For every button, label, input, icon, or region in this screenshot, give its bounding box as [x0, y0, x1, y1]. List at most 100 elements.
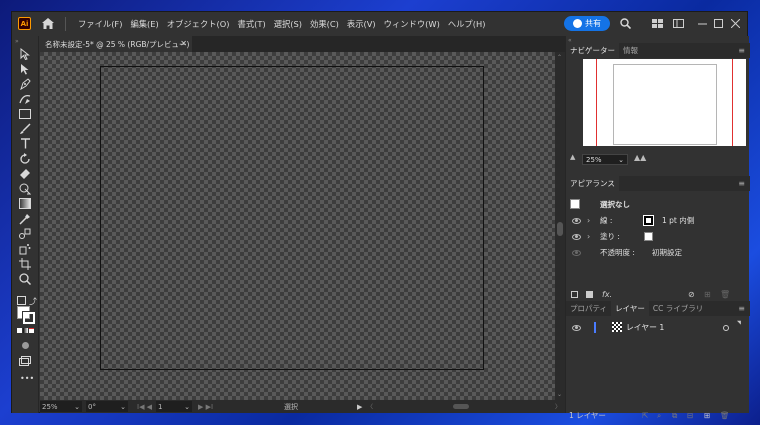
tab-appearance[interactable]: アピアランス [566, 176, 619, 191]
hscroll-thumb[interactable] [453, 404, 469, 409]
zoom-tool-icon[interactable] [18, 272, 32, 285]
artboard[interactable] [100, 66, 484, 370]
document-tab[interactable]: 名称未設定-5* @ 25 % (RGB/プレビュー) ✕ [40, 36, 192, 52]
menu-effect[interactable]: 効果(C) [306, 18, 343, 30]
rotate-tool-icon[interactable] [18, 152, 32, 165]
zoom-select[interactable]: 25% ⌄ [40, 401, 82, 412]
menu-window[interactable]: ウィンドウ(W) [380, 18, 444, 30]
direct-selection-tool-icon[interactable] [18, 62, 32, 75]
scroll-down-icon[interactable]: ⌄ [557, 391, 562, 398]
visibility-eye-icon[interactable] [572, 249, 581, 256]
eyedropper-tool-icon[interactable] [18, 212, 32, 225]
navigator-preview[interactable] [583, 59, 746, 146]
tab-cc-libraries[interactable]: CC ライブラリ [649, 301, 707, 316]
delete-layer-icon[interactable]: 🗑 [720, 411, 730, 420]
more-tools-icon[interactable]: ••• [20, 374, 34, 383]
duplicate-item-icon[interactable]: ⊞ [704, 290, 711, 299]
menu-select[interactable]: 選択(S) [270, 18, 306, 30]
share-button[interactable]: 共有 [564, 16, 610, 31]
close-tab-icon[interactable]: ✕ [180, 39, 187, 48]
fill-color-swatch[interactable] [644, 232, 653, 241]
stroke-color-swatch[interactable] [643, 215, 654, 226]
artboard-select[interactable]: 1 ⌄ [156, 401, 192, 412]
appearance-fill-row[interactable]: › 塗り : [566, 229, 750, 244]
maximize-icon[interactable] [712, 17, 725, 30]
artboard-first-icon[interactable]: I◀ ◀ [135, 401, 155, 412]
view-box[interactable] [613, 64, 717, 145]
shape-builder-tool-icon[interactable] [18, 182, 32, 195]
zoom-out-icon[interactable]: ▲ [570, 153, 575, 161]
curvature-tool-icon[interactable] [18, 92, 32, 105]
symbol-sprayer-tool-icon[interactable] [18, 242, 32, 255]
new-sublayer-icon[interactable]: ⊟ [687, 411, 693, 420]
paintbrush-tool-icon[interactable] [18, 122, 32, 135]
none-icon[interactable] [29, 328, 34, 333]
locate-object-icon[interactable]: ⌕ [657, 411, 661, 421]
clear-appearance-icon[interactable]: ⊘ [688, 290, 695, 299]
pen-tool-icon[interactable] [18, 77, 32, 90]
default-colors-icon[interactable] [17, 296, 26, 305]
search-icon[interactable] [619, 17, 632, 30]
canvas[interactable] [40, 52, 555, 400]
scroll-up-icon[interactable]: ⌃ [557, 54, 562, 61]
rectangle-tool-icon[interactable] [18, 107, 32, 120]
rotation-select[interactable]: 0° ⌄ [86, 401, 128, 412]
appearance-stroke-row[interactable]: › 線 : 1 pt 内側 [566, 213, 750, 228]
scroll-right-icon[interactable]: 〉 [555, 402, 561, 411]
gradient-icon[interactable] [23, 328, 28, 333]
export-icon[interactable]: ⇱ [642, 411, 648, 420]
menu-edit[interactable]: 編集(E) [126, 18, 162, 30]
vertical-scrollbar[interactable]: ⌃ ⌄ [555, 52, 565, 400]
tab-layers[interactable]: レイヤー [611, 301, 649, 316]
selection-tool-icon[interactable] [18, 47, 32, 60]
new-fill-icon[interactable] [586, 290, 593, 298]
visibility-eye-icon[interactable] [572, 217, 581, 224]
layer-target-icon[interactable] [723, 324, 729, 331]
panel-menu-icon[interactable]: ≡ [738, 46, 745, 55]
status-menu-arrow-icon[interactable]: ▶ [355, 401, 363, 412]
menu-file[interactable]: ファイル(F) [74, 18, 126, 30]
visibility-eye-icon[interactable] [572, 324, 581, 331]
new-stroke-icon[interactable] [571, 290, 578, 298]
zoom-in-icon[interactable]: ▲▲ [634, 153, 646, 162]
stroke-value[interactable]: 1 pt 内側 [662, 215, 694, 226]
menu-type[interactable]: 書式(T) [234, 18, 270, 30]
chevron-right-icon[interactable]: › [587, 232, 590, 241]
swap-colors-icon[interactable]: ⤴ [29, 296, 37, 307]
menu-object[interactable]: オブジェクト(O) [163, 18, 234, 30]
draw-mode-icon[interactable] [18, 339, 32, 352]
panel-menu-icon[interactable]: ≡ [738, 304, 745, 313]
minimize-icon[interactable] [696, 17, 709, 30]
appearance-opacity-row[interactable]: 不透明度 : 初期設定 [566, 245, 750, 260]
chevron-right-icon[interactable]: › [587, 216, 590, 225]
fx-button[interactable]: fx. [602, 290, 612, 299]
color-icon[interactable] [17, 328, 22, 333]
menu-help[interactable]: ヘルプ(H) [444, 18, 490, 30]
navigator-zoom-field[interactable]: 25% ⌄ [582, 154, 628, 165]
layer-row[interactable]: レイヤー 1 ◥ [566, 320, 750, 335]
layer-name[interactable]: レイヤー 1 [626, 322, 664, 333]
artboard-last-icon[interactable]: ▶ ▶I [196, 401, 218, 412]
workspace-icon[interactable] [672, 17, 685, 30]
scrollbar-thumb[interactable] [557, 222, 563, 236]
screen-mode-icon[interactable] [18, 354, 32, 367]
stroke-swatch[interactable] [22, 311, 36, 325]
horizontal-scrollbar[interactable]: 〈 〉 [365, 401, 565, 412]
scroll-left-icon[interactable]: 〈 [367, 402, 373, 411]
gradient-tool-icon[interactable] [18, 197, 32, 210]
eraser-tool-icon[interactable] [18, 167, 32, 180]
tab-navigator[interactable]: ナビゲーター [566, 43, 619, 58]
menu-view[interactable]: 表示(V) [343, 18, 380, 30]
delete-item-icon[interactable]: 🗑 [720, 290, 730, 299]
arrange-documents-icon[interactable] [651, 17, 664, 30]
artboard-tool-icon[interactable] [18, 257, 32, 270]
collapse-icon[interactable]: » [15, 38, 19, 45]
visibility-eye-icon[interactable] [572, 233, 581, 240]
tab-properties[interactable]: プロパティ [566, 301, 611, 316]
clipping-mask-icon[interactable]: ⧉ [672, 411, 677, 421]
type-tool-icon[interactable] [18, 137, 32, 150]
close-icon[interactable] [729, 17, 742, 30]
blend-tool-icon[interactable] [18, 227, 32, 240]
tab-info[interactable]: 情報 [619, 43, 642, 58]
panel-menu-icon[interactable]: ≡ [738, 179, 745, 188]
